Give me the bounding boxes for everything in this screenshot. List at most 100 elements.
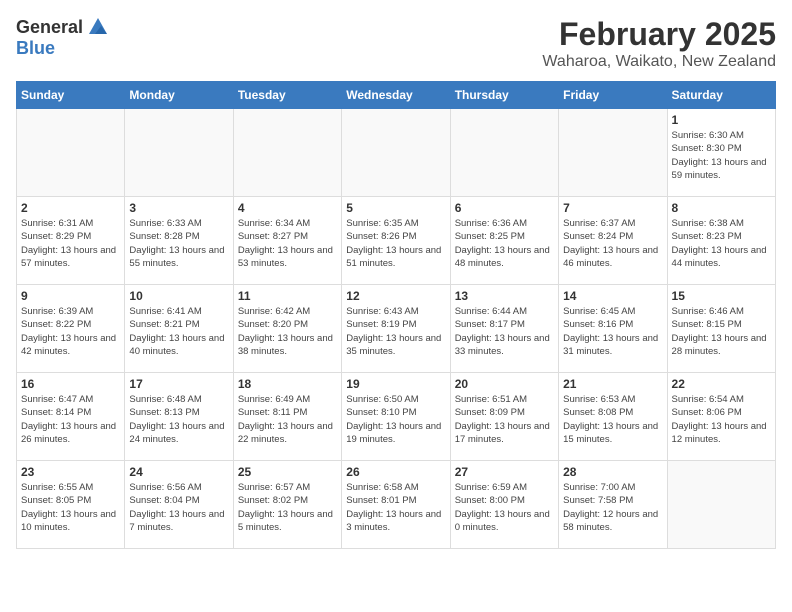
day-info: Sunrise: 6:36 AM Sunset: 8:25 PM Dayligh… bbox=[455, 217, 554, 270]
day-info: Sunrise: 6:35 AM Sunset: 8:26 PM Dayligh… bbox=[346, 217, 445, 270]
calendar-body: 1 Sunrise: 6:30 AM Sunset: 8:30 PM Daylig… bbox=[17, 109, 776, 549]
day-cell: 8Sunrise: 6:38 AM Sunset: 8:23 PM Daylig… bbox=[667, 197, 775, 285]
day-number: 9 bbox=[21, 289, 120, 303]
day-info: Sunrise: 7:00 AM Sunset: 7:58 PM Dayligh… bbox=[563, 481, 662, 534]
calendar-table: SundayMondayTuesdayWednesdayThursdayFrid… bbox=[16, 81, 776, 549]
header-day-wednesday: Wednesday bbox=[342, 82, 450, 109]
day-info: Sunrise: 6:59 AM Sunset: 8:00 PM Dayligh… bbox=[455, 481, 554, 534]
header-day-tuesday: Tuesday bbox=[233, 82, 341, 109]
day-info: Sunrise: 6:57 AM Sunset: 8:02 PM Dayligh… bbox=[238, 481, 337, 534]
week-row-1: 2 Sunrise: 6:31 AM Sunset: 8:29 PM Daylig… bbox=[17, 197, 776, 285]
day-cell: 18 Sunrise: 6:49 AM Sunset: 8:11 PM Dayli… bbox=[233, 373, 341, 461]
day-info: Sunrise: 6:42 AM Sunset: 8:20 PM Dayligh… bbox=[238, 305, 337, 358]
day-cell bbox=[667, 461, 775, 549]
day-number: 5 bbox=[346, 201, 445, 215]
header: General Blue February 2025 Waharoa, Waik… bbox=[16, 16, 776, 71]
day-cell: 10 Sunrise: 6:41 AM Sunset: 8:21 PM Dayli… bbox=[125, 285, 233, 373]
day-info: Sunrise: 6:41 AM Sunset: 8:21 PM Dayligh… bbox=[129, 305, 228, 358]
day-info: Sunrise: 6:31 AM Sunset: 8:29 PM Dayligh… bbox=[21, 217, 120, 270]
day-info: Sunrise: 6:34 AM Sunset: 8:27 PM Dayligh… bbox=[238, 217, 337, 270]
logo-icon bbox=[87, 16, 109, 38]
header-day-sunday: Sunday bbox=[17, 82, 125, 109]
day-cell: 1 Sunrise: 6:30 AM Sunset: 8:30 PM Daylig… bbox=[667, 109, 775, 197]
day-number: 17 bbox=[129, 377, 228, 391]
header-day-thursday: Thursday bbox=[450, 82, 558, 109]
day-info: Sunrise: 6:53 AM Sunset: 8:08 PM Dayligh… bbox=[563, 393, 662, 446]
day-number: 24 bbox=[129, 465, 228, 479]
day-number: 18 bbox=[238, 377, 337, 391]
day-number: 11 bbox=[238, 289, 337, 303]
day-number: 4 bbox=[238, 201, 337, 215]
day-cell: 21 Sunrise: 6:53 AM Sunset: 8:08 PM Dayli… bbox=[559, 373, 667, 461]
day-info: Sunrise: 6:48 AM Sunset: 8:13 PM Dayligh… bbox=[129, 393, 228, 446]
day-number: 20 bbox=[455, 377, 554, 391]
day-info: Sunrise: 6:37 AM Sunset: 8:24 PM Dayligh… bbox=[563, 217, 662, 270]
day-cell: 25 Sunrise: 6:57 AM Sunset: 8:02 PM Dayli… bbox=[233, 461, 341, 549]
day-cell: 5 Sunrise: 6:35 AM Sunset: 8:26 PM Daylig… bbox=[342, 197, 450, 285]
logo-blue-text: Blue bbox=[16, 38, 55, 58]
day-cell: 2 Sunrise: 6:31 AM Sunset: 8:29 PM Daylig… bbox=[17, 197, 125, 285]
day-cell: 17 Sunrise: 6:48 AM Sunset: 8:13 PM Dayli… bbox=[125, 373, 233, 461]
day-info: Sunrise: 6:51 AM Sunset: 8:09 PM Dayligh… bbox=[455, 393, 554, 446]
day-info: Sunrise: 6:44 AM Sunset: 8:17 PM Dayligh… bbox=[455, 305, 554, 358]
day-number: 1 bbox=[672, 113, 771, 127]
day-number: 21 bbox=[563, 377, 662, 391]
day-info: Sunrise: 6:49 AM Sunset: 8:11 PM Dayligh… bbox=[238, 393, 337, 446]
day-cell: 7 Sunrise: 6:37 AM Sunset: 8:24 PM Daylig… bbox=[559, 197, 667, 285]
logo-general-text: General bbox=[16, 17, 83, 38]
day-number: 8 bbox=[672, 201, 771, 215]
day-number: 12 bbox=[346, 289, 445, 303]
day-number: 14 bbox=[563, 289, 662, 303]
day-number: 6 bbox=[455, 201, 554, 215]
day-info: Sunrise: 6:50 AM Sunset: 8:10 PM Dayligh… bbox=[346, 393, 445, 446]
week-row-2: 9 Sunrise: 6:39 AM Sunset: 8:22 PM Daylig… bbox=[17, 285, 776, 373]
day-cell bbox=[233, 109, 341, 197]
day-number: 15 bbox=[672, 289, 771, 303]
day-cell: 19Sunrise: 6:50 AM Sunset: 8:10 PM Dayli… bbox=[342, 373, 450, 461]
day-info: Sunrise: 6:45 AM Sunset: 8:16 PM Dayligh… bbox=[563, 305, 662, 358]
day-info: Sunrise: 6:43 AM Sunset: 8:19 PM Dayligh… bbox=[346, 305, 445, 358]
week-row-4: 23Sunrise: 6:55 AM Sunset: 8:05 PM Dayli… bbox=[17, 461, 776, 549]
day-info: Sunrise: 6:58 AM Sunset: 8:01 PM Dayligh… bbox=[346, 481, 445, 534]
day-cell: 14 Sunrise: 6:45 AM Sunset: 8:16 PM Dayli… bbox=[559, 285, 667, 373]
day-number: 7 bbox=[563, 201, 662, 215]
day-cell: 27Sunrise: 6:59 AM Sunset: 8:00 PM Dayli… bbox=[450, 461, 558, 549]
day-number: 3 bbox=[129, 201, 228, 215]
day-cell bbox=[559, 109, 667, 197]
day-info: Sunrise: 6:55 AM Sunset: 8:05 PM Dayligh… bbox=[21, 481, 120, 534]
day-cell: 28 Sunrise: 7:00 AM Sunset: 7:58 PM Dayli… bbox=[559, 461, 667, 549]
day-number: 2 bbox=[21, 201, 120, 215]
header-day-monday: Monday bbox=[125, 82, 233, 109]
header-day-friday: Friday bbox=[559, 82, 667, 109]
day-number: 28 bbox=[563, 465, 662, 479]
day-cell: 9 Sunrise: 6:39 AM Sunset: 8:22 PM Daylig… bbox=[17, 285, 125, 373]
day-cell: 23Sunrise: 6:55 AM Sunset: 8:05 PM Dayli… bbox=[17, 461, 125, 549]
day-info: Sunrise: 6:39 AM Sunset: 8:22 PM Dayligh… bbox=[21, 305, 120, 358]
day-number: 26 bbox=[346, 465, 445, 479]
day-cell: 4 Sunrise: 6:34 AM Sunset: 8:27 PM Daylig… bbox=[233, 197, 341, 285]
title-area: February 2025 Waharoa, Waikato, New Zeal… bbox=[542, 16, 776, 71]
day-cell bbox=[342, 109, 450, 197]
header-row: SundayMondayTuesdayWednesdayThursdayFrid… bbox=[17, 82, 776, 109]
day-number: 25 bbox=[238, 465, 337, 479]
day-cell: 13 Sunrise: 6:44 AM Sunset: 8:17 PM Dayli… bbox=[450, 285, 558, 373]
day-cell: 20 Sunrise: 6:51 AM Sunset: 8:09 PM Dayli… bbox=[450, 373, 558, 461]
logo: General Blue bbox=[16, 16, 109, 59]
day-cell: 24 Sunrise: 6:56 AM Sunset: 8:04 PM Dayli… bbox=[125, 461, 233, 549]
day-info: Sunrise: 6:33 AM Sunset: 8:28 PM Dayligh… bbox=[129, 217, 228, 270]
calendar-header: SundayMondayTuesdayWednesdayThursdayFrid… bbox=[17, 82, 776, 109]
day-info: Sunrise: 6:47 AM Sunset: 8:14 PM Dayligh… bbox=[21, 393, 120, 446]
day-cell: 22Sunrise: 6:54 AM Sunset: 8:06 PM Dayli… bbox=[667, 373, 775, 461]
day-info: Sunrise: 6:56 AM Sunset: 8:04 PM Dayligh… bbox=[129, 481, 228, 534]
day-number: 10 bbox=[129, 289, 228, 303]
header-day-saturday: Saturday bbox=[667, 82, 775, 109]
day-cell: 15 Sunrise: 6:46 AM Sunset: 8:15 PM Dayli… bbox=[667, 285, 775, 373]
calendar-subtitle: Waharoa, Waikato, New Zealand bbox=[542, 53, 776, 71]
day-cell: 3 Sunrise: 6:33 AM Sunset: 8:28 PM Daylig… bbox=[125, 197, 233, 285]
day-info: Sunrise: 6:30 AM Sunset: 8:30 PM Dayligh… bbox=[672, 129, 771, 182]
day-info: Sunrise: 6:46 AM Sunset: 8:15 PM Dayligh… bbox=[672, 305, 771, 358]
week-row-0: 1 Sunrise: 6:30 AM Sunset: 8:30 PM Daylig… bbox=[17, 109, 776, 197]
day-number: 22 bbox=[672, 377, 771, 391]
day-cell: 26 Sunrise: 6:58 AM Sunset: 8:01 PM Dayli… bbox=[342, 461, 450, 549]
day-number: 13 bbox=[455, 289, 554, 303]
